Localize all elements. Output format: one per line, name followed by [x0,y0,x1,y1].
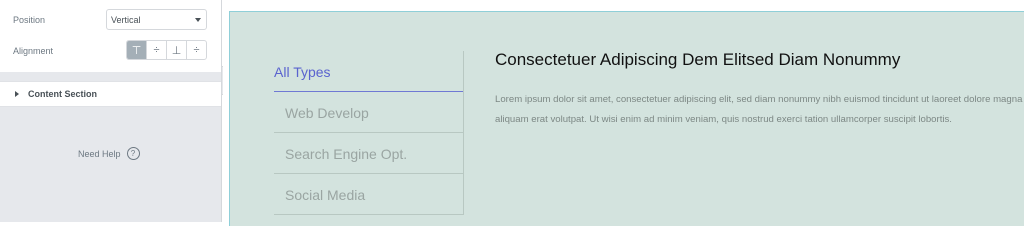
widget-preview-frame: All Types Web Develop Search Engine Opt.… [229,11,1024,226]
align-top-button[interactable]: ⊤ [127,41,147,59]
align-bottom-icon: ⊥ [171,44,182,57]
position-select-value: Vertical [111,15,141,25]
content-section-toggle[interactable]: Content Section [0,81,221,107]
tab-label: Search Engine Opt. [285,146,408,162]
caret-right-icon [15,91,19,97]
alignment-label: Alignment [13,46,54,56]
vertical-tabs: All Types Web Develop Search Engine Opt.… [274,51,464,215]
tab-all-types[interactable]: All Types [274,51,463,92]
align-top-icon: ⊤ [131,44,142,57]
tab-social-media[interactable]: Social Media [274,174,463,215]
need-help-label: Need Help [78,148,121,159]
align-stretch-button[interactable]: ÷ [187,41,206,59]
preview-canvas: All Types Web Develop Search Engine Opt.… [223,0,1024,226]
tab-content-panel: Consectetuer Adipiscing Dem Elitsed Diam… [495,50,1024,130]
question-circle-icon: ? [126,147,140,160]
align-middle-icon: ÷ [153,44,160,56]
align-stretch-icon: ÷ [193,44,200,56]
editor-panel: Position Vertical Alignment ⊤ ÷ ⊥ ÷ Cont… [0,0,222,222]
alignment-button-group: ⊤ ÷ ⊥ ÷ [126,40,207,60]
content-body: Lorem ipsum dolor sit amet, consectetuer… [495,94,1023,125]
chevron-down-icon [195,18,201,22]
tab-label: All Types [274,64,331,80]
position-select[interactable]: Vertical [106,9,207,30]
align-bottom-button[interactable]: ⊥ [167,41,187,59]
content-title: Consectetuer Adipiscing Dem Elitsed Diam… [495,50,901,69]
tab-label: Web Develop [285,105,369,121]
content-section-title: Content Section [28,89,97,99]
tab-search-engine-opt[interactable]: Search Engine Opt. [274,133,463,174]
align-middle-button[interactable]: ÷ [147,41,167,59]
tab-label: Social Media [285,187,366,203]
tab-web-develop[interactable]: Web Develop [274,92,463,133]
layout-controls: Position Vertical Alignment ⊤ ÷ ⊥ ÷ [0,0,221,72]
position-label: Position [13,15,46,25]
need-help-link[interactable]: Need Help ? [78,147,140,160]
